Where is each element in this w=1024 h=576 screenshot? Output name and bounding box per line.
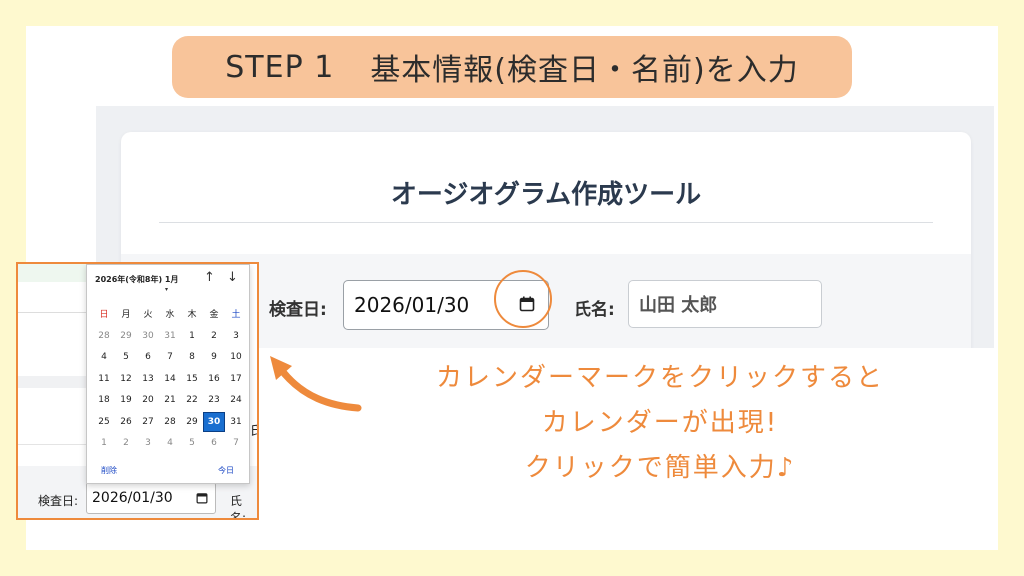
today-button[interactable]: 今日 — [218, 465, 234, 476]
callout-line-1: カレンダーマークをクリックすると — [435, 363, 884, 393]
callout-line-3: クリックで簡単入力♪ — [524, 453, 796, 483]
calendar-day[interactable]: 26 — [115, 417, 137, 427]
title-divider — [159, 222, 933, 223]
callout-text: カレンダーマークをクリックすると カレンダーが出現! クリックで簡単入力♪ — [360, 356, 960, 491]
calendar-day[interactable]: 29 — [181, 417, 203, 427]
step-text: 基本情報(検査日・名前)を入力 — [370, 53, 799, 88]
inset-date-label: 検査日: — [38, 494, 79, 508]
calendar-day[interactable]: 6 — [203, 438, 225, 448]
weekday-label: 火 — [143, 310, 153, 320]
calendar-day[interactable]: 2 — [203, 331, 225, 341]
calendar-day[interactable]: 23 — [203, 395, 225, 405]
inset-name-label: 氏名: — [230, 494, 247, 520]
calendar-day[interactable]: 31 — [225, 417, 247, 427]
step-number: STEP 1 — [225, 49, 335, 85]
inset-strip — [18, 444, 88, 445]
name-value: 山田 太郎 — [639, 295, 718, 316]
date-value: 2026/01/30 — [354, 293, 470, 317]
picker-month-label[interactable]: 2026年(令和8年) 1月 — [95, 274, 179, 285]
pointer-arrow-icon — [270, 356, 362, 412]
calendar-day[interactable]: 27 — [137, 417, 159, 427]
calendar-day[interactable]: 7 — [159, 352, 181, 362]
calendar-day[interactable]: 4 — [159, 438, 181, 448]
inset-calendar-icon[interactable] — [196, 492, 208, 504]
calendar-day[interactable]: 15 — [181, 374, 203, 384]
date-label: 検査日: — [269, 300, 327, 320]
callout-line-2: カレンダーが出現! — [541, 408, 779, 438]
date-picker-popup: 2026年(令和8年) 1月 ▾ ↑ ↓ 日 月 火 水 木 金 土 28 29 3… — [86, 264, 250, 484]
month-dropdown-icon[interactable]: ▾ — [165, 286, 168, 293]
inset-strip — [18, 264, 88, 282]
app-title: オージオグラム作成ツール — [390, 180, 702, 210]
calendar-inset: 氏 検査日: 2026/01/30 氏名: 2026年(令和8年) 1月 ▾ ↑… — [16, 262, 259, 520]
weekday-label: 水 — [165, 310, 175, 320]
calendar-day[interactable]: 25 — [93, 417, 115, 427]
calendar-week-row: 25 26 27 28 29 30 31 — [93, 411, 247, 433]
step-banner: STEP 1 基本情報(検査日・名前)を入力 — [172, 36, 852, 98]
calendar-day[interactable]: 9 — [203, 352, 225, 362]
calendar-day[interactable]: 22 — [181, 395, 203, 405]
calendar-day[interactable]: 30 — [203, 411, 225, 432]
inset-strip — [18, 376, 88, 388]
calendar-day[interactable]: 28 — [93, 331, 115, 341]
calendar-week-row: 11 12 13 14 15 16 17 — [93, 368, 247, 390]
calendar-day[interactable]: 13 — [137, 374, 159, 384]
name-label: 氏名: — [574, 300, 615, 320]
calendar-day[interactable]: 28 — [159, 417, 181, 427]
calendar-highlight-circle — [494, 270, 552, 328]
calendar-day[interactable]: 5 — [115, 352, 137, 362]
calendar-week-row: 28 29 30 31 1 2 3 — [93, 325, 247, 347]
calendar-day[interactable]: 2 — [115, 438, 137, 448]
weekday-label: 木 — [187, 310, 197, 320]
weekday-label: 土 — [231, 310, 241, 320]
calendar-day[interactable]: 3 — [225, 331, 247, 341]
calendar-day[interactable]: 30 — [137, 331, 159, 341]
clear-button[interactable]: 削除 — [101, 465, 117, 476]
inset-date-value: 2026/01/30 — [92, 490, 173, 506]
calendar-day[interactable]: 4 — [93, 352, 115, 362]
calendar-day[interactable]: 7 — [225, 438, 247, 448]
calendar-week-row: 1234567 — [93, 433, 247, 455]
calendar-day[interactable]: 17 — [225, 374, 247, 384]
calendar-day[interactable]: 3 — [137, 438, 159, 448]
calendar-day[interactable]: 14 — [159, 374, 181, 384]
weekday-label: 月 — [121, 310, 131, 320]
inset-partial-label: 氏 — [250, 420, 257, 439]
calendar-week-row: 18 19 20 21 22 23 24 — [93, 390, 247, 412]
weekday-label: 日 — [99, 310, 109, 320]
calendar-day[interactable]: 1 — [93, 438, 115, 448]
calendar-day[interactable]: 31 — [159, 331, 181, 341]
weekday-header: 日 月 火 水 木 金 土 — [93, 307, 247, 320]
calendar-day[interactable]: 6 — [137, 352, 159, 362]
day-grid: 28 29 30 31 1 2 3 4 5 6 7 8 9 10 11 12 13 14 15 16 17 18 19 20 2… — [93, 325, 247, 454]
prev-month-arrow-icon[interactable]: ↑ — [204, 270, 215, 285]
calendar-day[interactable]: 24 — [225, 395, 247, 405]
calendar-day[interactable]: 5 — [181, 438, 203, 448]
calendar-day[interactable]: 16 — [203, 374, 225, 384]
calendar-day[interactable]: 11 — [93, 374, 115, 384]
calendar-day[interactable]: 8 — [181, 352, 203, 362]
calendar-day[interactable]: 1 — [181, 331, 203, 341]
calendar-day[interactable]: 29 — [115, 331, 137, 341]
calendar-day[interactable]: 10 — [225, 352, 247, 362]
next-month-arrow-icon[interactable]: ↓ — [227, 270, 238, 285]
calendar-day[interactable]: 19 — [115, 395, 137, 405]
calendar-day[interactable]: 21 — [159, 395, 181, 405]
inset-strip — [18, 312, 88, 313]
calendar-day[interactable]: 12 — [115, 374, 137, 384]
calendar-week-row: 4 5 6 7 8 9 10 — [93, 347, 247, 369]
weekday-label: 金 — [209, 310, 219, 320]
calendar-day[interactable]: 18 — [93, 395, 115, 405]
name-input[interactable]: 山田 太郎 — [628, 280, 822, 328]
calendar-day[interactable]: 20 — [137, 395, 159, 405]
